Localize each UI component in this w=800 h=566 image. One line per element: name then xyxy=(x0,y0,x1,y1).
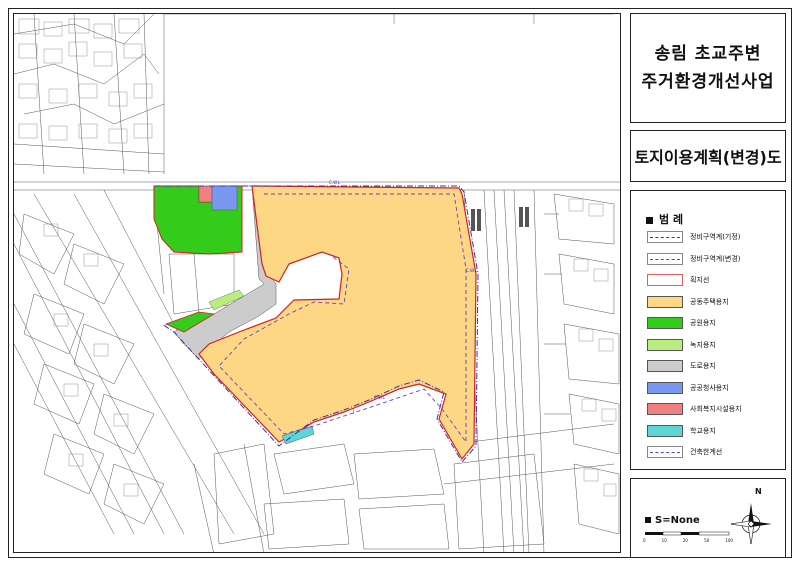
legend-item-label: 획지선 xyxy=(690,276,710,284)
scale-bullet-icon xyxy=(645,517,651,523)
legend-swatch xyxy=(647,446,683,458)
legend-item-label: 정비구역계(기정) xyxy=(690,233,741,241)
legend-swatch xyxy=(647,338,683,351)
legend-item: 공공청사용지 xyxy=(647,381,782,396)
legend-item-label: 사회복지시설용지 xyxy=(690,405,742,413)
legend-item-label: 공원용지 xyxy=(690,319,716,327)
legend-item: 녹지용지 xyxy=(647,338,782,353)
title-panel: 송림 초교주변 주거환경개선사업 xyxy=(630,13,786,123)
north-label: N xyxy=(755,487,762,496)
legend-item: 건축한계선 xyxy=(647,446,782,460)
project-title-line2: 주거환경개선사업 xyxy=(641,72,775,92)
legend-swatch xyxy=(647,317,683,329)
legend-panel: 범 례 정비구역계(기정) 정비구역계(변경) 획지선공동주택용지공원용지녹지용지도… xyxy=(630,190,786,470)
public-area xyxy=(211,185,238,211)
map-area: C.W.L C.W.L C.W.L xyxy=(13,13,621,553)
legend-swatch xyxy=(647,295,683,308)
legend-item-label: 공동주택용지 xyxy=(690,297,729,306)
legend-item-label: 건축한계선 xyxy=(690,448,723,456)
legend-item: 획지선 xyxy=(647,274,782,288)
scale-tick-label: 20 xyxy=(682,538,688,543)
legend-swatch xyxy=(647,274,683,286)
top-boundary-label: C.W.L xyxy=(329,180,341,185)
legend-swatch xyxy=(647,360,683,372)
scale-tick-label: 10 xyxy=(661,538,667,543)
rail-structures xyxy=(471,207,529,231)
legend-item: 정비구역계(기정) xyxy=(647,231,782,245)
legend-item: 사회복지시설용지 xyxy=(647,403,782,417)
scale-label-text: S=None xyxy=(655,515,700,526)
welfare-area xyxy=(198,185,213,203)
map-subtitle: 토지이용계획(변경)도 xyxy=(634,148,782,167)
legend-header-text: 범 례 xyxy=(659,213,684,226)
scale-panel: S=None 0 10 20 50 100 N xyxy=(630,478,786,558)
legend-item-label: 정비구역계(변경) xyxy=(690,254,741,263)
legend-swatch xyxy=(647,403,683,415)
bottom-boundary-label: C.W.L xyxy=(374,395,386,400)
legend-swatch xyxy=(647,381,683,394)
legend-swatch xyxy=(647,424,683,437)
legend-bullet-icon xyxy=(646,216,653,224)
legend-item: 공동주택용지 xyxy=(647,295,782,310)
parcel-lines xyxy=(14,14,620,552)
legend-header: 범 례 xyxy=(646,211,683,227)
legend-item: 공원용지 xyxy=(647,317,782,331)
land-use-map: C.W.L C.W.L C.W.L xyxy=(14,14,620,552)
legend-swatch xyxy=(647,231,683,243)
project-title-line1: 송림 초교주변 xyxy=(654,44,762,64)
legend-swatch xyxy=(647,252,683,265)
north-arrow-icon xyxy=(731,503,771,544)
legend-item-label: 공공청사용지 xyxy=(690,383,729,392)
legend-item: 학교용지 xyxy=(647,424,782,439)
scale-label: S=None xyxy=(645,515,700,526)
legend-item-label: 도로용지 xyxy=(690,362,716,370)
right-boundary-label: C.W.L xyxy=(466,268,478,273)
scale-bar xyxy=(645,531,730,536)
scale-ticks: 0 10 20 50 100 xyxy=(643,538,733,543)
legend-item-label: 학교용지 xyxy=(690,426,716,435)
subtitle-panel: 토지이용계획(변경)도 xyxy=(630,130,786,182)
legend-item: 도로용지 xyxy=(647,360,782,374)
legend-item: 정비구역계(변경) xyxy=(647,252,782,267)
scale-tick-label: 0 xyxy=(643,538,646,543)
legend-item-label: 녹지용지 xyxy=(690,340,716,349)
scale-tick-label: 50 xyxy=(704,538,710,543)
